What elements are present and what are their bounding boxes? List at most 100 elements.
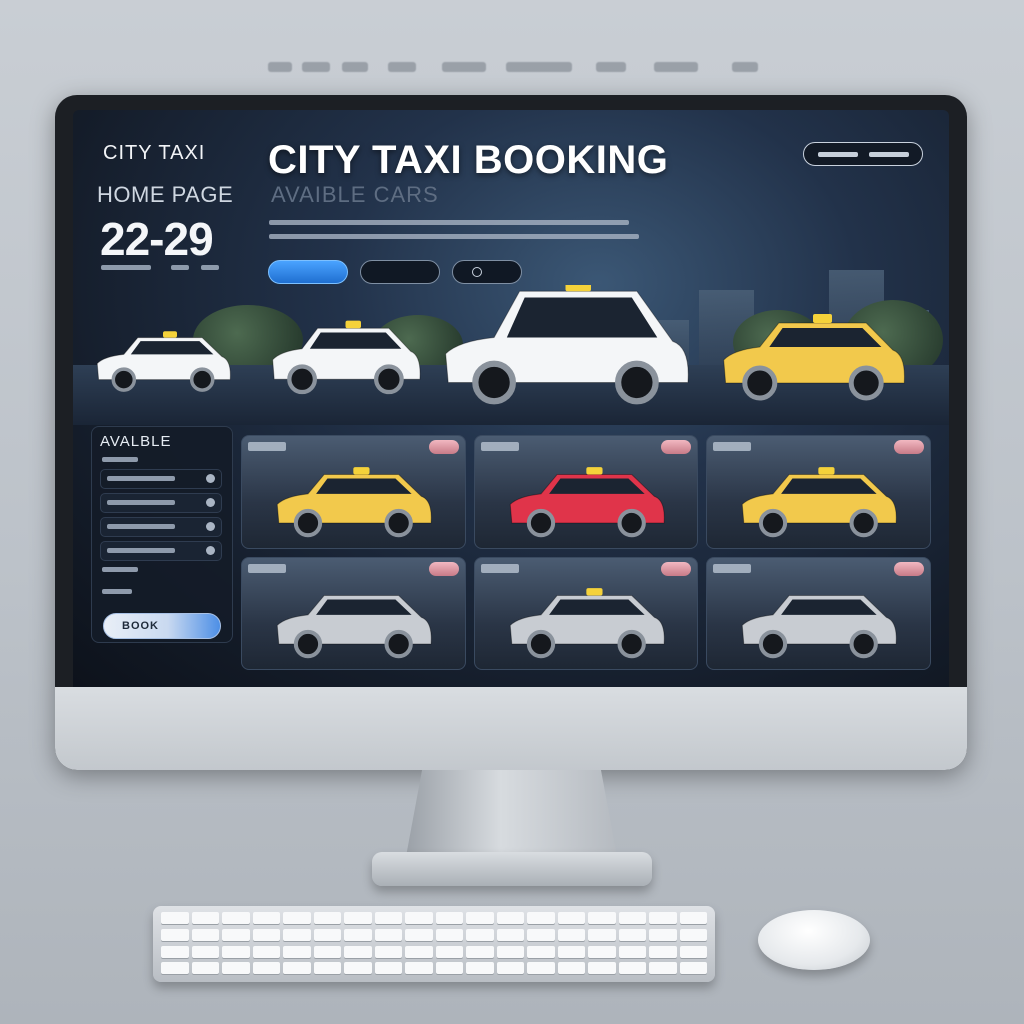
book-button[interactable]: BOOK [103, 613, 221, 639]
car-grid [241, 435, 931, 670]
keyboard-key [344, 962, 372, 975]
price-badge[interactable] [428, 440, 459, 454]
header-pill-item[interactable] [817, 151, 858, 157]
keyboard-key [527, 962, 555, 975]
keyboard-key [313, 945, 341, 958]
keyboard-key [496, 945, 524, 958]
car-3[interactable] [742, 466, 898, 537]
car-5[interactable] [509, 588, 665, 659]
available-row[interactable] [100, 541, 222, 561]
car-card[interactable] [473, 435, 699, 549]
car-2[interactable] [509, 466, 665, 537]
keyboard-key [405, 912, 433, 924]
keyboard-key [374, 962, 402, 975]
home-page-label[interactable]: HOME PAGE [97, 182, 233, 208]
price-badge[interactable] [661, 440, 692, 454]
car-card-label [480, 563, 519, 573]
keyboard-key [557, 945, 585, 958]
car-card[interactable] [241, 556, 466, 670]
price-badge[interactable] [894, 440, 924, 454]
keyboard-key [435, 928, 463, 941]
hero-car-lineup [96, 285, 905, 405]
header-action-pill[interactable] [803, 142, 923, 166]
keyboard-key [313, 912, 341, 924]
keyboard-key [191, 962, 219, 975]
keyboard-key [649, 912, 677, 924]
keyboard-key [618, 945, 646, 958]
keyboard-key [344, 928, 372, 941]
keyboard-key [649, 962, 677, 975]
keyboard-key [435, 962, 463, 975]
keyboard-key [252, 945, 280, 958]
keyboard-key [222, 912, 250, 924]
keyboard-key [679, 912, 707, 924]
keyboard-key [252, 928, 280, 941]
hero-car-4[interactable] [723, 314, 905, 401]
price-badge[interactable] [428, 561, 459, 576]
keyboard-key [557, 962, 585, 975]
keyboard [153, 906, 715, 982]
top-nav-blurred [262, 62, 762, 76]
taxi-roof-sign-icon [353, 466, 370, 475]
keyboard-key [252, 912, 280, 924]
car-card-label [713, 442, 752, 451]
keyboard-key [222, 945, 250, 958]
primary-action-button[interactable] [268, 260, 348, 284]
taxi-roof-sign-icon [585, 588, 603, 596]
car-card[interactable] [473, 556, 699, 670]
available-row[interactable] [100, 517, 222, 537]
keyboard-key [527, 945, 555, 958]
hero-car-3[interactable] [445, 285, 689, 405]
available-row[interactable] [100, 493, 222, 513]
status-dot-icon [206, 474, 215, 483]
keyboard-key [588, 962, 616, 975]
keyboard-key [283, 962, 311, 975]
hero-car-2[interactable] [272, 320, 421, 395]
available-row[interactable] [100, 469, 222, 489]
car-card[interactable] [706, 435, 931, 549]
car-card[interactable] [241, 435, 466, 549]
taxi-roof-sign-icon [163, 331, 177, 338]
car-image [276, 466, 432, 537]
available-caption [102, 457, 138, 462]
keyboard-key [191, 912, 219, 924]
taxi-roof-sign-icon [565, 285, 591, 292]
keyboard-key [374, 912, 402, 924]
car-card-label [248, 442, 286, 451]
available-row-label [107, 500, 175, 505]
status-dot-icon [206, 522, 215, 531]
header-pill-item[interactable] [868, 151, 909, 157]
keyboard-key [679, 945, 707, 958]
tertiary-action-button[interactable] [452, 260, 522, 284]
taxi-roof-sign-icon [813, 314, 832, 323]
keyboard-key [313, 962, 341, 975]
page-title: CITY TAXI BOOKING [268, 138, 669, 182]
keyboard-key [588, 945, 616, 958]
car-4[interactable] [276, 595, 432, 659]
monitor-chin [55, 687, 967, 770]
keyboard-key [618, 912, 646, 924]
car-card-label [480, 442, 519, 451]
keyboard-key [283, 945, 311, 958]
keyboard-key [161, 912, 189, 924]
app-screen: CITY TAXI HOME PAGE 22-29 CITY TAXI BOOK… [73, 110, 949, 687]
keyboard-key [557, 928, 585, 941]
keyboard-key [527, 928, 555, 941]
keyboard-key [435, 912, 463, 924]
available-row-label [107, 476, 175, 481]
hero-car-1[interactable] [96, 331, 231, 392]
car-card[interactable] [706, 556, 931, 670]
hero-buttons [268, 260, 522, 284]
brand-logo-text: CITY TAXI [103, 142, 206, 164]
keyboard-key [252, 962, 280, 975]
car-1[interactable] [276, 466, 432, 537]
keyboard-key [161, 928, 189, 941]
keyboard-key [313, 928, 341, 941]
keyboard-key [679, 928, 707, 941]
price-badge[interactable] [661, 561, 692, 576]
car-6[interactable] [742, 595, 898, 659]
price-badge[interactable] [894, 561, 924, 576]
keyboard-key [435, 945, 463, 958]
secondary-action-button[interactable] [360, 260, 440, 284]
keyboard-key [466, 912, 494, 924]
